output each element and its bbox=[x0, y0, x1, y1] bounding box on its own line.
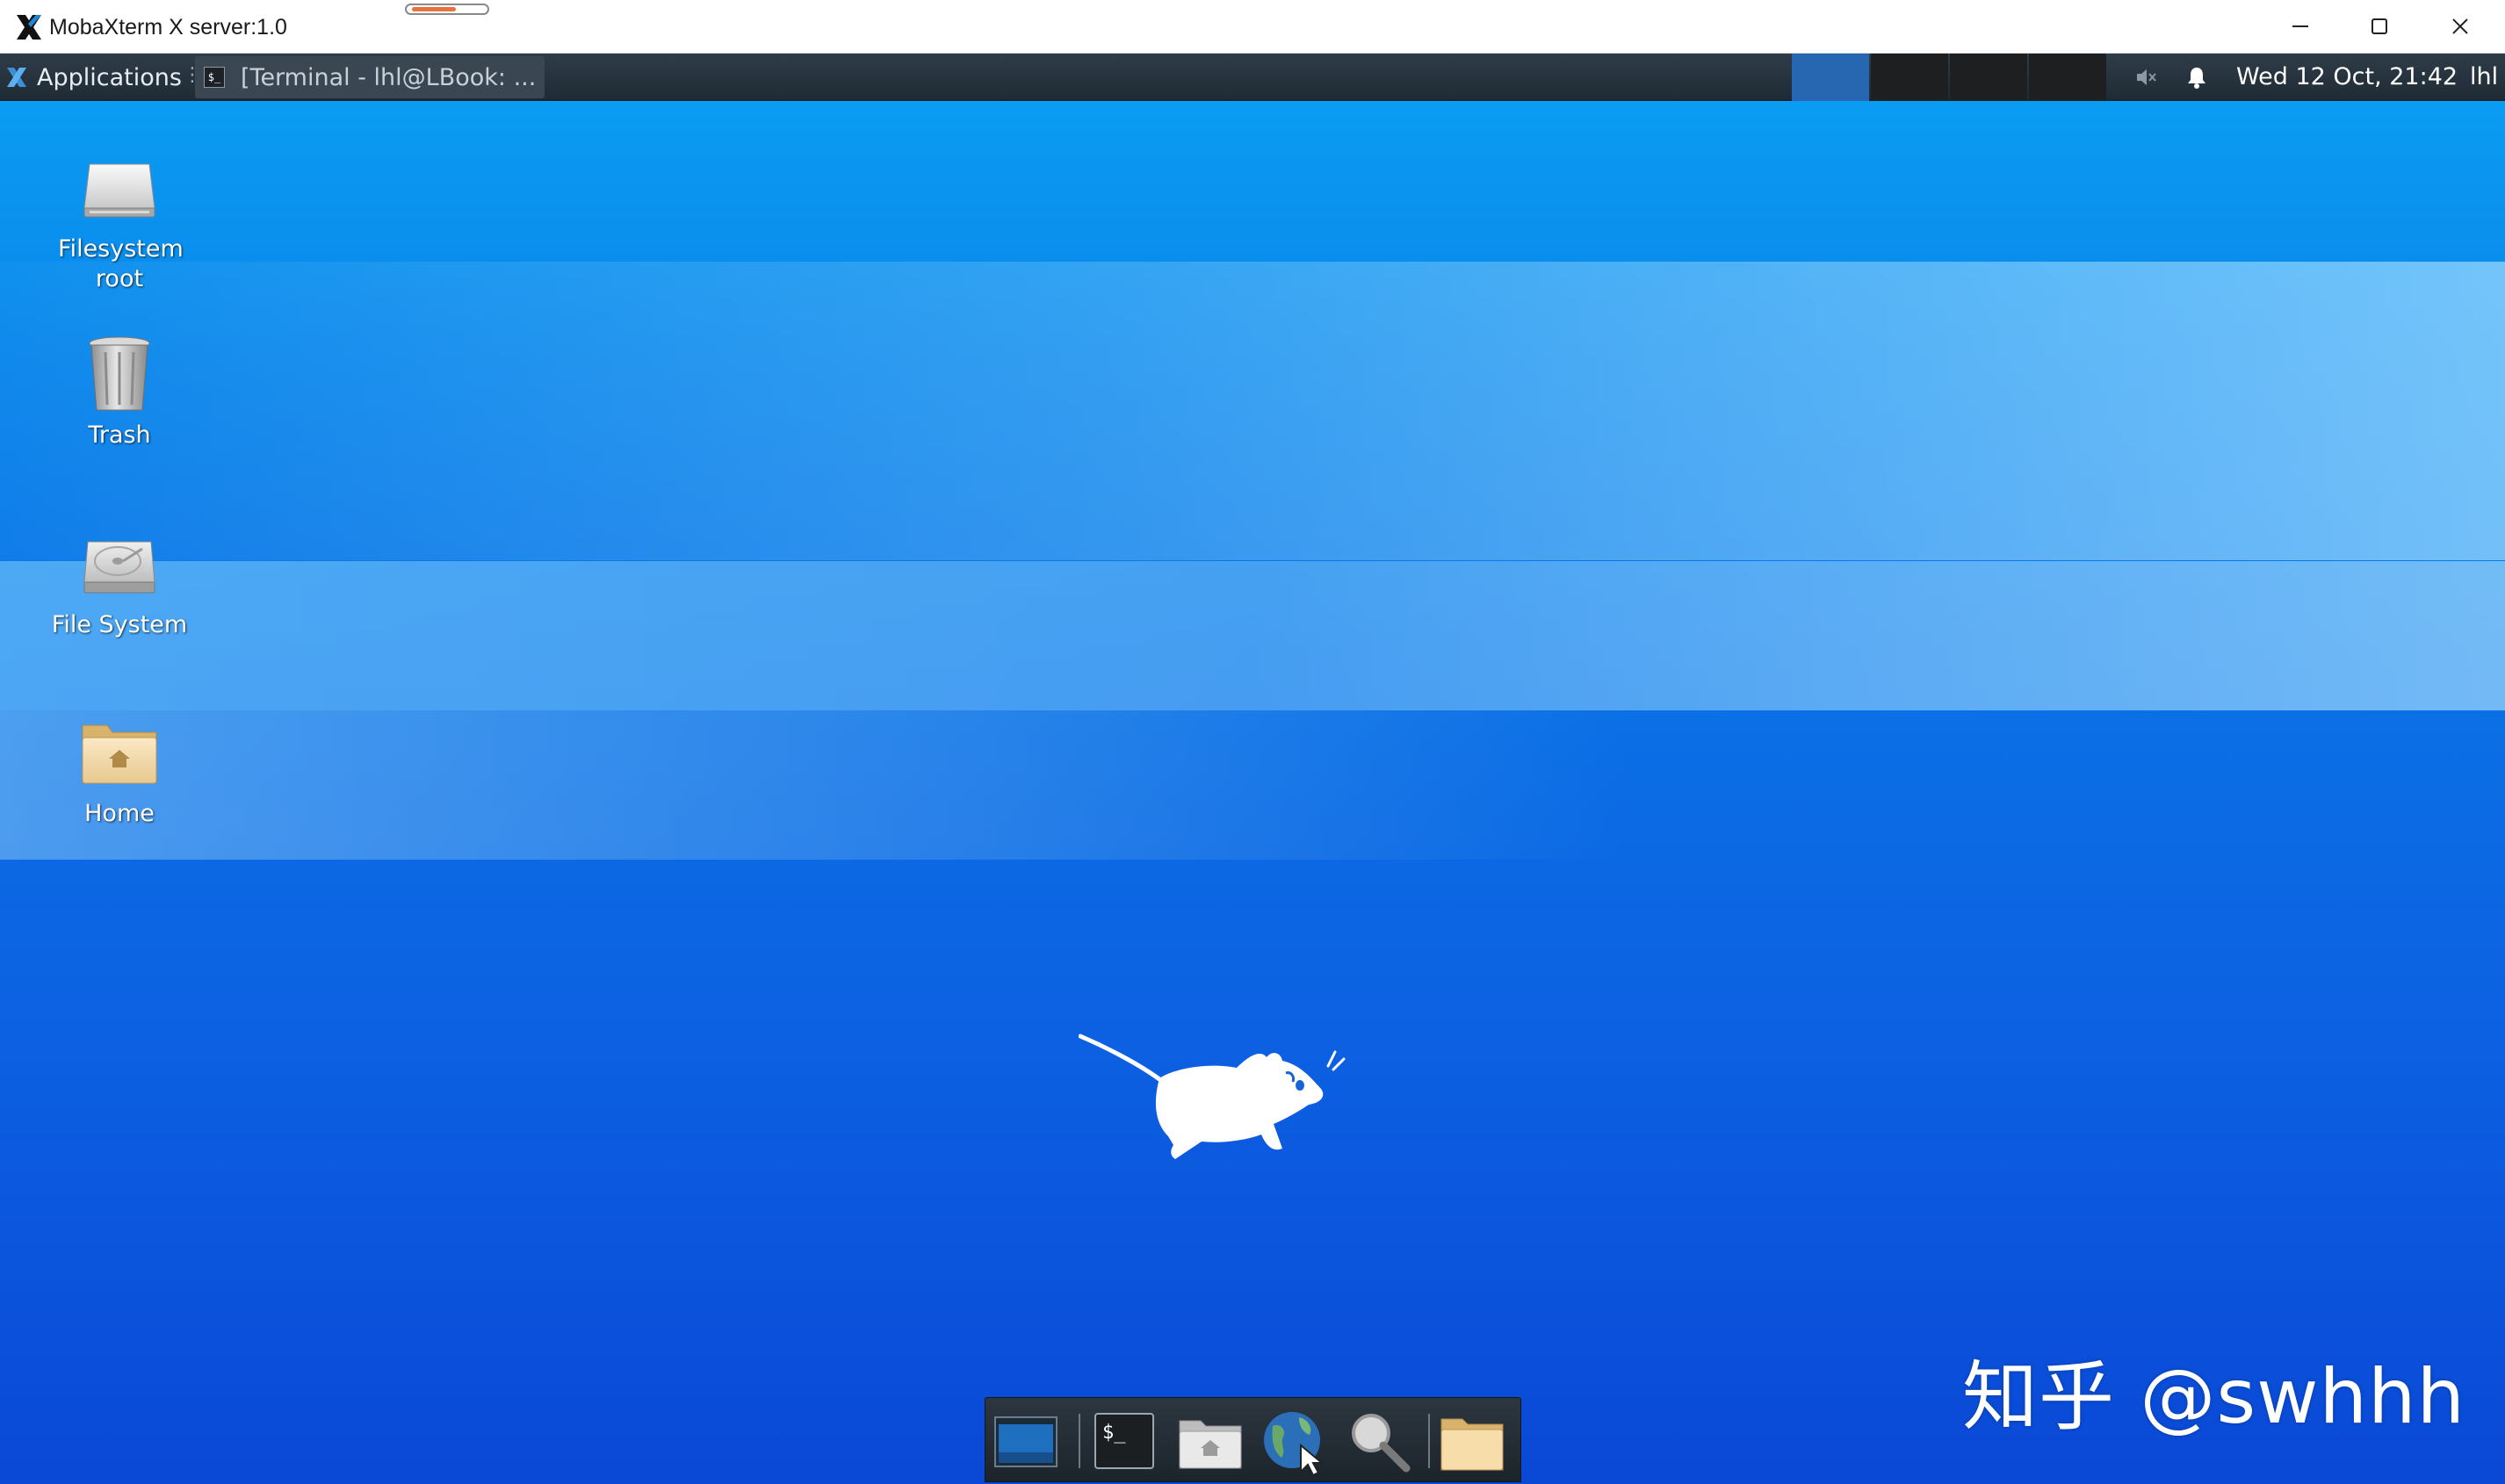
desktop-icon-label: Home bbox=[84, 799, 155, 829]
magnifier-icon bbox=[1345, 1407, 1413, 1475]
watermark-text: 知乎 @swhhh bbox=[1962, 1335, 2465, 1444]
show-desktop-icon bbox=[992, 1407, 1060, 1475]
dock-terminal-button[interactable]: $_ bbox=[1089, 1407, 1159, 1475]
wallpaper-band bbox=[0, 710, 2505, 860]
desktop-icon-home[interactable]: Home bbox=[45, 711, 194, 829]
dock-folder-button[interactable] bbox=[1437, 1407, 1507, 1475]
drive-icon bbox=[77, 147, 162, 231]
desktop-icon-label: File System bbox=[52, 610, 187, 640]
mobaxterm-logo-icon bbox=[14, 12, 44, 42]
desktop-icon-filesystem-root[interactable]: Filesystem root bbox=[45, 147, 194, 294]
maximize-icon bbox=[2368, 15, 2391, 38]
desktop-icon-file-system[interactable]: File System bbox=[45, 522, 194, 640]
close-icon bbox=[2449, 15, 2472, 38]
snap-layout-handle[interactable] bbox=[405, 4, 489, 15]
minimize-icon bbox=[2289, 15, 2312, 38]
desktop[interactable]: Filesystem root Trash File System Home bbox=[0, 101, 2505, 1484]
home-folder-icon bbox=[77, 711, 162, 796]
window-titlebar[interactable]: MobaXterm X server:1.0 bbox=[0, 0, 2505, 54]
notification-bell-icon[interactable] bbox=[2184, 64, 2210, 90]
close-button[interactable] bbox=[2421, 0, 2500, 53]
workspace-3[interactable] bbox=[1950, 54, 2027, 101]
top-panel: Applications ⋮ $_ [Terminal - lhl@LBook:… bbox=[0, 54, 2505, 101]
minimize-button[interactable] bbox=[2261, 0, 2340, 53]
terminal-icon: $_ bbox=[1090, 1407, 1159, 1475]
workspace-2[interactable] bbox=[1871, 54, 1948, 101]
xfce-menu-icon bbox=[4, 64, 30, 90]
window-title: MobaXterm X server:1.0 bbox=[49, 12, 287, 42]
maximize-button[interactable] bbox=[2340, 0, 2419, 53]
applications-menu-button[interactable]: Applications bbox=[4, 54, 182, 101]
wallpaper-band bbox=[0, 262, 2505, 560]
panel-clock[interactable]: Wed 12 Oct, 21:42 bbox=[2236, 54, 2458, 101]
dock-separator bbox=[1079, 1414, 1080, 1468]
desktop-icon-trash[interactable]: Trash bbox=[45, 333, 194, 450]
home-folder-icon bbox=[1176, 1407, 1245, 1475]
bottom-dock: $_ bbox=[985, 1397, 1521, 1482]
dock-web-browser-button[interactable] bbox=[1260, 1407, 1330, 1475]
workspace-4[interactable] bbox=[2029, 54, 2106, 101]
dock-file-manager-button[interactable] bbox=[1175, 1407, 1245, 1475]
xfce-mouse-logo bbox=[1079, 1027, 1377, 1203]
globe-icon bbox=[1260, 1407, 1329, 1475]
trash-icon bbox=[77, 333, 162, 417]
wallpaper-band bbox=[0, 561, 2505, 710]
terminal-small-icon: $_ bbox=[204, 67, 225, 88]
harddisk-icon bbox=[77, 522, 162, 607]
applications-label: Applications bbox=[37, 64, 182, 91]
volume-muted-icon[interactable] bbox=[2133, 64, 2159, 90]
dock-show-desktop-button[interactable] bbox=[991, 1407, 1061, 1475]
taskbar-button-terminal[interactable]: $_ [Terminal - lhl@LBook: ... bbox=[195, 56, 545, 98]
taskbar-label: [Terminal - lhl@LBook: ... bbox=[241, 64, 536, 91]
desktop-icon-label: Trash bbox=[88, 421, 150, 450]
user-menu[interactable]: lhl bbox=[2470, 54, 2498, 101]
desktop-icon-label: Filesystem root bbox=[58, 234, 181, 294]
workspace-1[interactable] bbox=[1792, 54, 1869, 101]
folder-icon bbox=[1438, 1407, 1506, 1475]
svg-text:$_: $_ bbox=[1102, 1422, 1126, 1444]
dock-app-finder-button[interactable] bbox=[1344, 1407, 1414, 1475]
dock-separator bbox=[1428, 1414, 1430, 1468]
